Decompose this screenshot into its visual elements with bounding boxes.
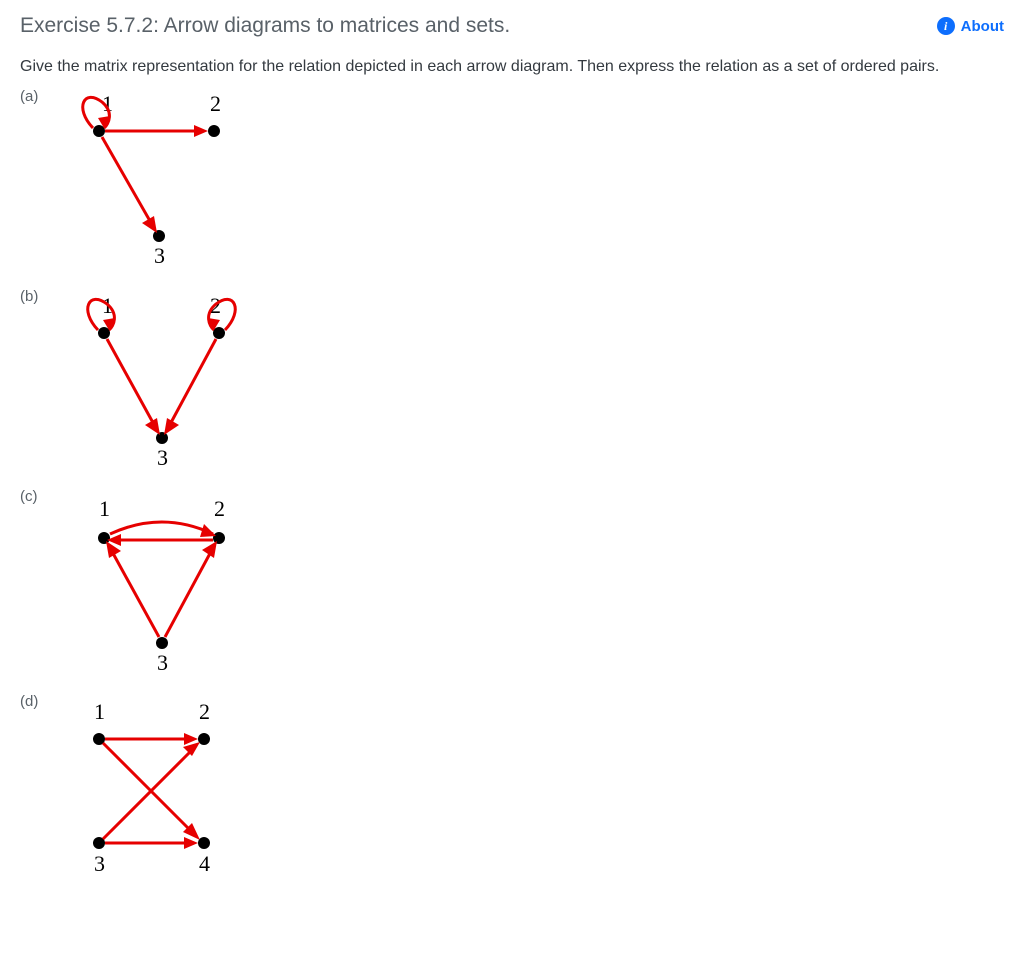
- node-label-1: 1: [99, 496, 110, 521]
- node-label-2: 2: [214, 496, 225, 521]
- node-label-3: 3: [157, 650, 168, 675]
- part-c: (c) 1 2 3: [20, 488, 1004, 683]
- node-label-3: 3: [94, 851, 105, 876]
- node-label-2: 2: [210, 91, 221, 116]
- node-label-3: 3: [154, 243, 165, 268]
- info-icon: i: [937, 17, 955, 35]
- part-b: (b) 1 2 3: [20, 288, 1004, 478]
- header: Exercise 5.7.2: Arrow diagrams to matric…: [20, 14, 1004, 38]
- exercise-title: Exercise 5.7.2: Arrow diagrams to matric…: [20, 14, 510, 38]
- node-label-3: 3: [157, 445, 168, 470]
- diagram-b: 1 2 3: [54, 288, 264, 478]
- part-a: (a) 1 2 3: [20, 88, 1004, 278]
- diagram-a: 1 2 3: [54, 88, 244, 278]
- diagram-d: 1 2 3 4: [54, 693, 244, 888]
- instruction-text: Give the matrix representation for the r…: [20, 56, 1004, 78]
- about-label: About: [961, 18, 1004, 35]
- about-button[interactable]: i About: [937, 17, 1004, 35]
- part-d: (d) 1 2 3 4: [20, 693, 1004, 888]
- part-c-label: (c): [20, 488, 50, 505]
- diagram-c: 1 2 3: [54, 488, 254, 683]
- exercise-page: Exercise 5.7.2: Arrow diagrams to matric…: [0, 0, 1024, 918]
- part-b-label: (b): [20, 288, 50, 305]
- node-label-2: 2: [199, 699, 210, 724]
- node-label-1: 1: [94, 699, 105, 724]
- node-label-4: 4: [199, 851, 210, 876]
- part-d-label: (d): [20, 693, 50, 710]
- part-a-label: (a): [20, 88, 50, 105]
